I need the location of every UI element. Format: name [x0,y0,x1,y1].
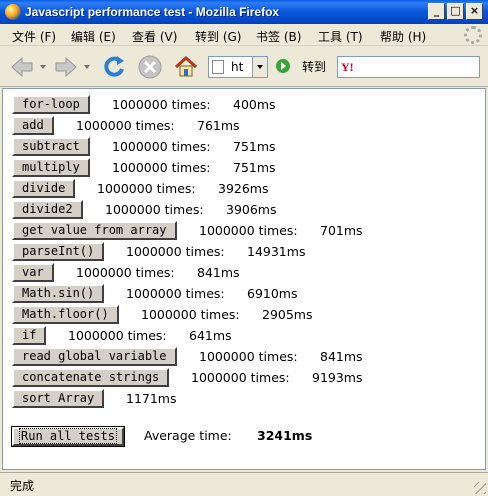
test-times-text: 1000000 times: [97,181,196,196]
forward-arrow-icon[interactable] [52,53,80,81]
test-duration-text: 400ms [233,97,276,112]
status-text: 完成 [10,479,35,493]
run-all-tests-label: Run all tests [19,428,117,444]
test-duration-text: 3926ms [218,181,269,196]
maximize-button[interactable]: □ [447,3,464,20]
title-bar: Javascript performance test - Mozilla Fi… [0,0,488,24]
test-duration-text: 841ms [197,265,240,280]
test-button[interactable]: Math.floor() [12,305,119,324]
go-arrow-icon [276,59,290,73]
reload-icon[interactable] [100,53,128,81]
test-times-text: 1000000 times: [126,286,225,301]
test-duration-text: 6910ms [247,286,298,301]
menu-file[interactable]: 文件 (F) [12,28,56,45]
test-times-text: 1000000 times: [68,328,167,343]
test-duration-text: 751ms [233,139,276,154]
test-times-text: 1000000 times: [76,118,175,133]
menu-bar: 文件 (F) 编辑 (E) 查看 (V) 转到 (G) 书签 (B) 工具 (T… [0,24,488,46]
test-button[interactable]: read global variable [12,347,177,366]
menu-tools[interactable]: 工具 (T) [318,28,363,45]
stop-icon[interactable] [136,53,164,81]
yahoo-search-logo-icon[interactable]: Y! [341,60,354,75]
test-times-text: 1000000 times: [199,349,298,364]
back-arrow-icon[interactable] [8,53,36,81]
test-button[interactable]: divide2 [12,200,83,219]
status-bar: 完成 [0,472,488,496]
test-times-text: 1000000 times: [141,307,240,322]
address-bar[interactable]: ht [208,56,268,78]
close-button[interactable]: × [466,3,483,20]
test-duration-text: 9193ms [312,370,363,385]
menu-go[interactable]: 转到 (G) [195,28,241,45]
address-input[interactable]: ht [231,60,243,74]
test-duration-text: 751ms [233,160,276,175]
page-icon [212,60,224,74]
menu-edit[interactable]: 编辑 (E) [71,28,116,45]
test-times-text: 1000000 times: [105,202,204,217]
search-input[interactable]: Y! [337,56,480,78]
average-time-value: 3241ms [257,428,313,443]
test-button[interactable]: get value from array [12,221,177,240]
test-duration-text: 1171ms [126,391,177,406]
average-time-label: Average time: [144,428,232,443]
menu-bookmarks[interactable]: 书签 (B) [256,28,301,45]
test-times-text: 1000000 times: [112,97,211,112]
menu-help[interactable]: 帮助 (H) [380,28,426,45]
test-times-text: 1000000 times: [191,370,290,385]
test-button[interactable]: parseInt() [12,242,105,261]
address-dropdown-chevron-down-icon[interactable] [252,57,267,77]
test-button[interactable]: concatenate strings [12,368,170,387]
test-button[interactable]: var [12,263,54,282]
test-duration-text: 701ms [320,223,363,238]
go-button-label: 转到 [302,60,327,74]
test-button[interactable]: if [12,326,47,345]
window-title: Javascript performance test - Mozilla Fi… [25,5,280,19]
test-button[interactable]: sort Array [12,389,105,408]
throbber-icon [464,26,482,44]
test-times-text: 1000000 times: [76,265,175,280]
test-times-text: 1000000 times: [126,244,225,259]
forward-history-chevron-down-icon[interactable] [84,65,90,69]
test-duration-text: 761ms [197,118,240,133]
resize-grip-icon[interactable] [474,482,486,494]
minimize-button[interactable]: _ [428,3,445,20]
test-duration-text: 641ms [189,328,232,343]
firefox-logo-icon [5,4,21,20]
home-icon[interactable] [172,53,200,81]
test-duration-text: 2905ms [262,307,313,322]
page-content: for-loop 1000000 times: 400ms add 1000000 ti… [2,88,486,470]
navigation-toolbar: ht 转到 Y! [0,47,488,87]
test-duration-text: 14931ms [247,244,306,259]
test-times-text: 1000000 times: [199,223,298,238]
menu-view[interactable]: 查看 (V) [132,28,177,45]
test-button[interactable]: subtract [12,137,90,156]
test-button[interactable]: divide [12,179,76,198]
test-duration-text: 3906ms [226,202,277,217]
test-button[interactable]: for-loop [12,95,90,114]
run-all-tests-button[interactable]: Run all tests [11,426,125,447]
test-duration-text: 841ms [320,349,363,364]
test-button[interactable]: add [12,116,54,135]
test-button[interactable]: Math.sin() [12,284,105,303]
back-history-chevron-down-icon[interactable] [40,65,46,69]
test-times-text: 1000000 times: [112,160,211,175]
test-button[interactable]: multiply [12,158,90,177]
test-times-text: 1000000 times: [112,139,211,154]
